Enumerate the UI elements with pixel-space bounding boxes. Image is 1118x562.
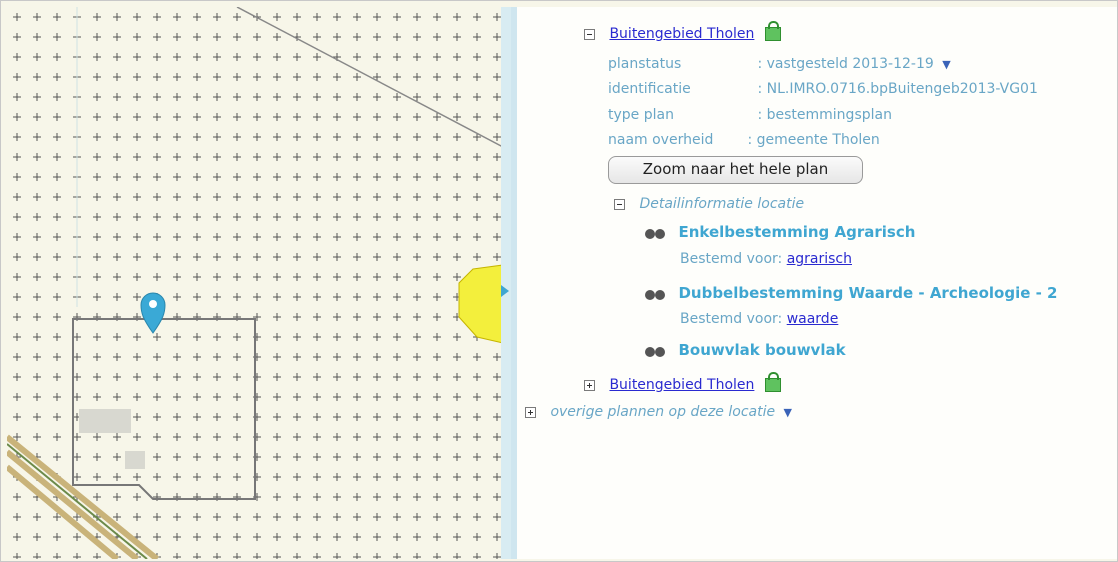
expand-icon[interactable] <box>525 406 536 418</box>
plan2-title-link[interactable]: Buitengebied Tholen <box>609 377 754 393</box>
bestemming-link[interactable]: agrarisch <box>787 251 852 267</box>
field-naam-overheid: naam overheid : gemeente Tholen <box>608 132 880 148</box>
detail-header: Detailinformatie locatie <box>614 196 804 212</box>
lock-icon <box>764 21 781 41</box>
bestemd-voor-label: Bestemd voor: <box>680 251 783 267</box>
field-planstatus: planstatus : vastgesteld 2013-12-19 ▼ <box>608 56 951 72</box>
bestemd-voor-row: Bestemd voor: waarde <box>680 311 838 327</box>
lock-icon <box>764 372 781 392</box>
field-value: : gemeente Tholen <box>747 132 880 148</box>
overige-label[interactable]: overige plannen op deze locatie <box>550 404 775 420</box>
info-icon[interactable]: ▼ <box>784 406 792 419</box>
overige-header: overige plannen op deze locatie ▼ <box>525 404 792 420</box>
field-type-plan: type plan : bestemmingsplan <box>608 107 892 123</box>
field-label: identificatie <box>608 81 691 97</box>
panel-toggle-arrow-icon[interactable] <box>501 285 509 297</box>
bestemming-item: Dubbelbestemming Waarde - Archeologie - … <box>642 284 1058 302</box>
plan-title-link[interactable]: Buitengebied Tholen <box>609 26 754 42</box>
plan2-header: Buitengebied Tholen <box>584 372 781 393</box>
binoculars-icon[interactable] <box>642 287 668 301</box>
bestemd-voor-row: Bestemd voor: agrarisch <box>680 251 852 267</box>
bestemming-name: Bouwvlak bouwvlak <box>678 341 846 359</box>
bestemming-item: Bouwvlak bouwvlak <box>642 341 846 359</box>
field-value: : bestemmingsplan <box>757 107 892 123</box>
binoculars-icon[interactable] <box>642 344 668 358</box>
field-value: : NL.IMRO.0716.bpBuitengeb2013-VG01 <box>757 81 1038 97</box>
app-window: Buitengebied Tholen planstatus : vastges… <box>0 0 1118 562</box>
field-label: planstatus <box>608 56 682 72</box>
plan-header: Buitengebied Tholen <box>584 21 781 42</box>
field-identificatie: identificatie : NL.IMRO.0716.bpBuitengeb… <box>608 81 1038 97</box>
field-label: naam overheid <box>608 132 714 148</box>
map-water-strip <box>501 7 511 559</box>
binoculars-icon[interactable] <box>642 226 668 240</box>
bestemd-voor-label: Bestemd voor: <box>680 311 783 327</box>
detail-header-label: Detailinformatie locatie <box>639 196 805 212</box>
map-marker-dot <box>149 300 157 308</box>
collapse-icon[interactable] <box>584 28 595 40</box>
zoom-plan-button[interactable]: Zoom naar het hele plan <box>608 156 863 184</box>
bestemming-item: Enkelbestemming Agrarisch <box>642 223 915 241</box>
field-label: type plan <box>608 107 674 123</box>
map-building <box>79 409 131 433</box>
map-building <box>125 451 145 469</box>
collapse-icon[interactable] <box>614 198 625 210</box>
bestemming-link[interactable]: waarde <box>787 311 839 327</box>
bestemming-name: Enkelbestemming Agrarisch <box>678 223 916 241</box>
bestemming-name: Dubbelbestemming Waarde - Archeologie - … <box>678 284 1058 302</box>
expand-icon[interactable] <box>584 379 595 391</box>
field-value: : vastgesteld 2013-12-19 <box>757 56 934 72</box>
info-icon[interactable]: ▼ <box>942 58 950 71</box>
